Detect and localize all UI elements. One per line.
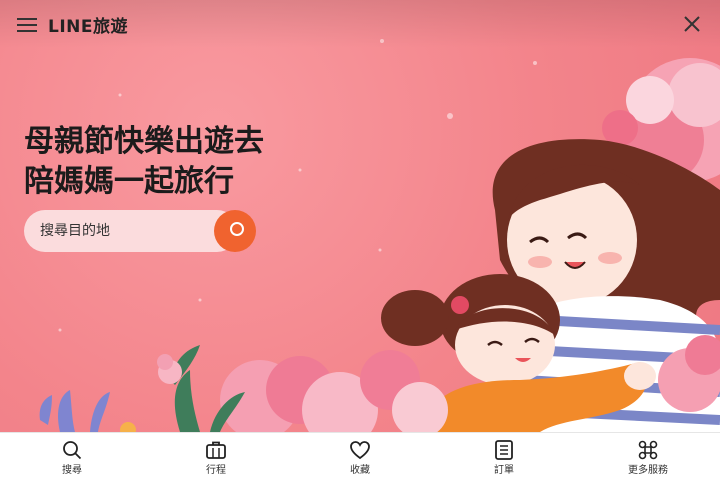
- nav-search-label: 搜尋: [62, 465, 82, 476]
- heart-icon: [350, 441, 370, 460]
- nav-favorites-label: 收藏: [350, 465, 370, 476]
- command-icon: [638, 440, 658, 460]
- briefcase-icon: [206, 441, 226, 459]
- nav-trips[interactable]: 行程: [144, 433, 288, 480]
- nav-more-services[interactable]: 更多服務: [576, 433, 720, 480]
- nav-favorites[interactable]: 收藏: [288, 433, 432, 480]
- search-button[interactable]: [214, 210, 256, 252]
- close-icon[interactable]: [682, 14, 702, 34]
- search-input[interactable]: [40, 210, 220, 252]
- search-box: [24, 210, 256, 252]
- nav-orders-label: 訂單: [494, 465, 514, 476]
- hamburger-menu-icon[interactable]: [16, 14, 38, 34]
- bottom-navigation: 搜尋 行程 收藏 訂單 更多服務: [0, 432, 720, 480]
- nav-orders[interactable]: 訂單: [432, 433, 576, 480]
- headline-line-2: 陪媽媽一起旅行: [24, 164, 234, 199]
- nav-search[interactable]: 搜尋: [0, 433, 144, 480]
- search-icon: [230, 222, 244, 236]
- nav-trips-label: 行程: [206, 465, 226, 476]
- top-bar: LINE旅遊: [0, 0, 720, 48]
- list-icon: [495, 440, 513, 460]
- headline-line-1: 母親節快樂出遊去: [24, 124, 264, 159]
- brand-logo[interactable]: LINE旅遊: [48, 12, 128, 37]
- search-icon: [63, 441, 82, 460]
- nav-more-services-label: 更多服務: [628, 465, 668, 476]
- hero-headline: 母親節快樂出遊去 陪媽媽一起旅行: [24, 122, 284, 202]
